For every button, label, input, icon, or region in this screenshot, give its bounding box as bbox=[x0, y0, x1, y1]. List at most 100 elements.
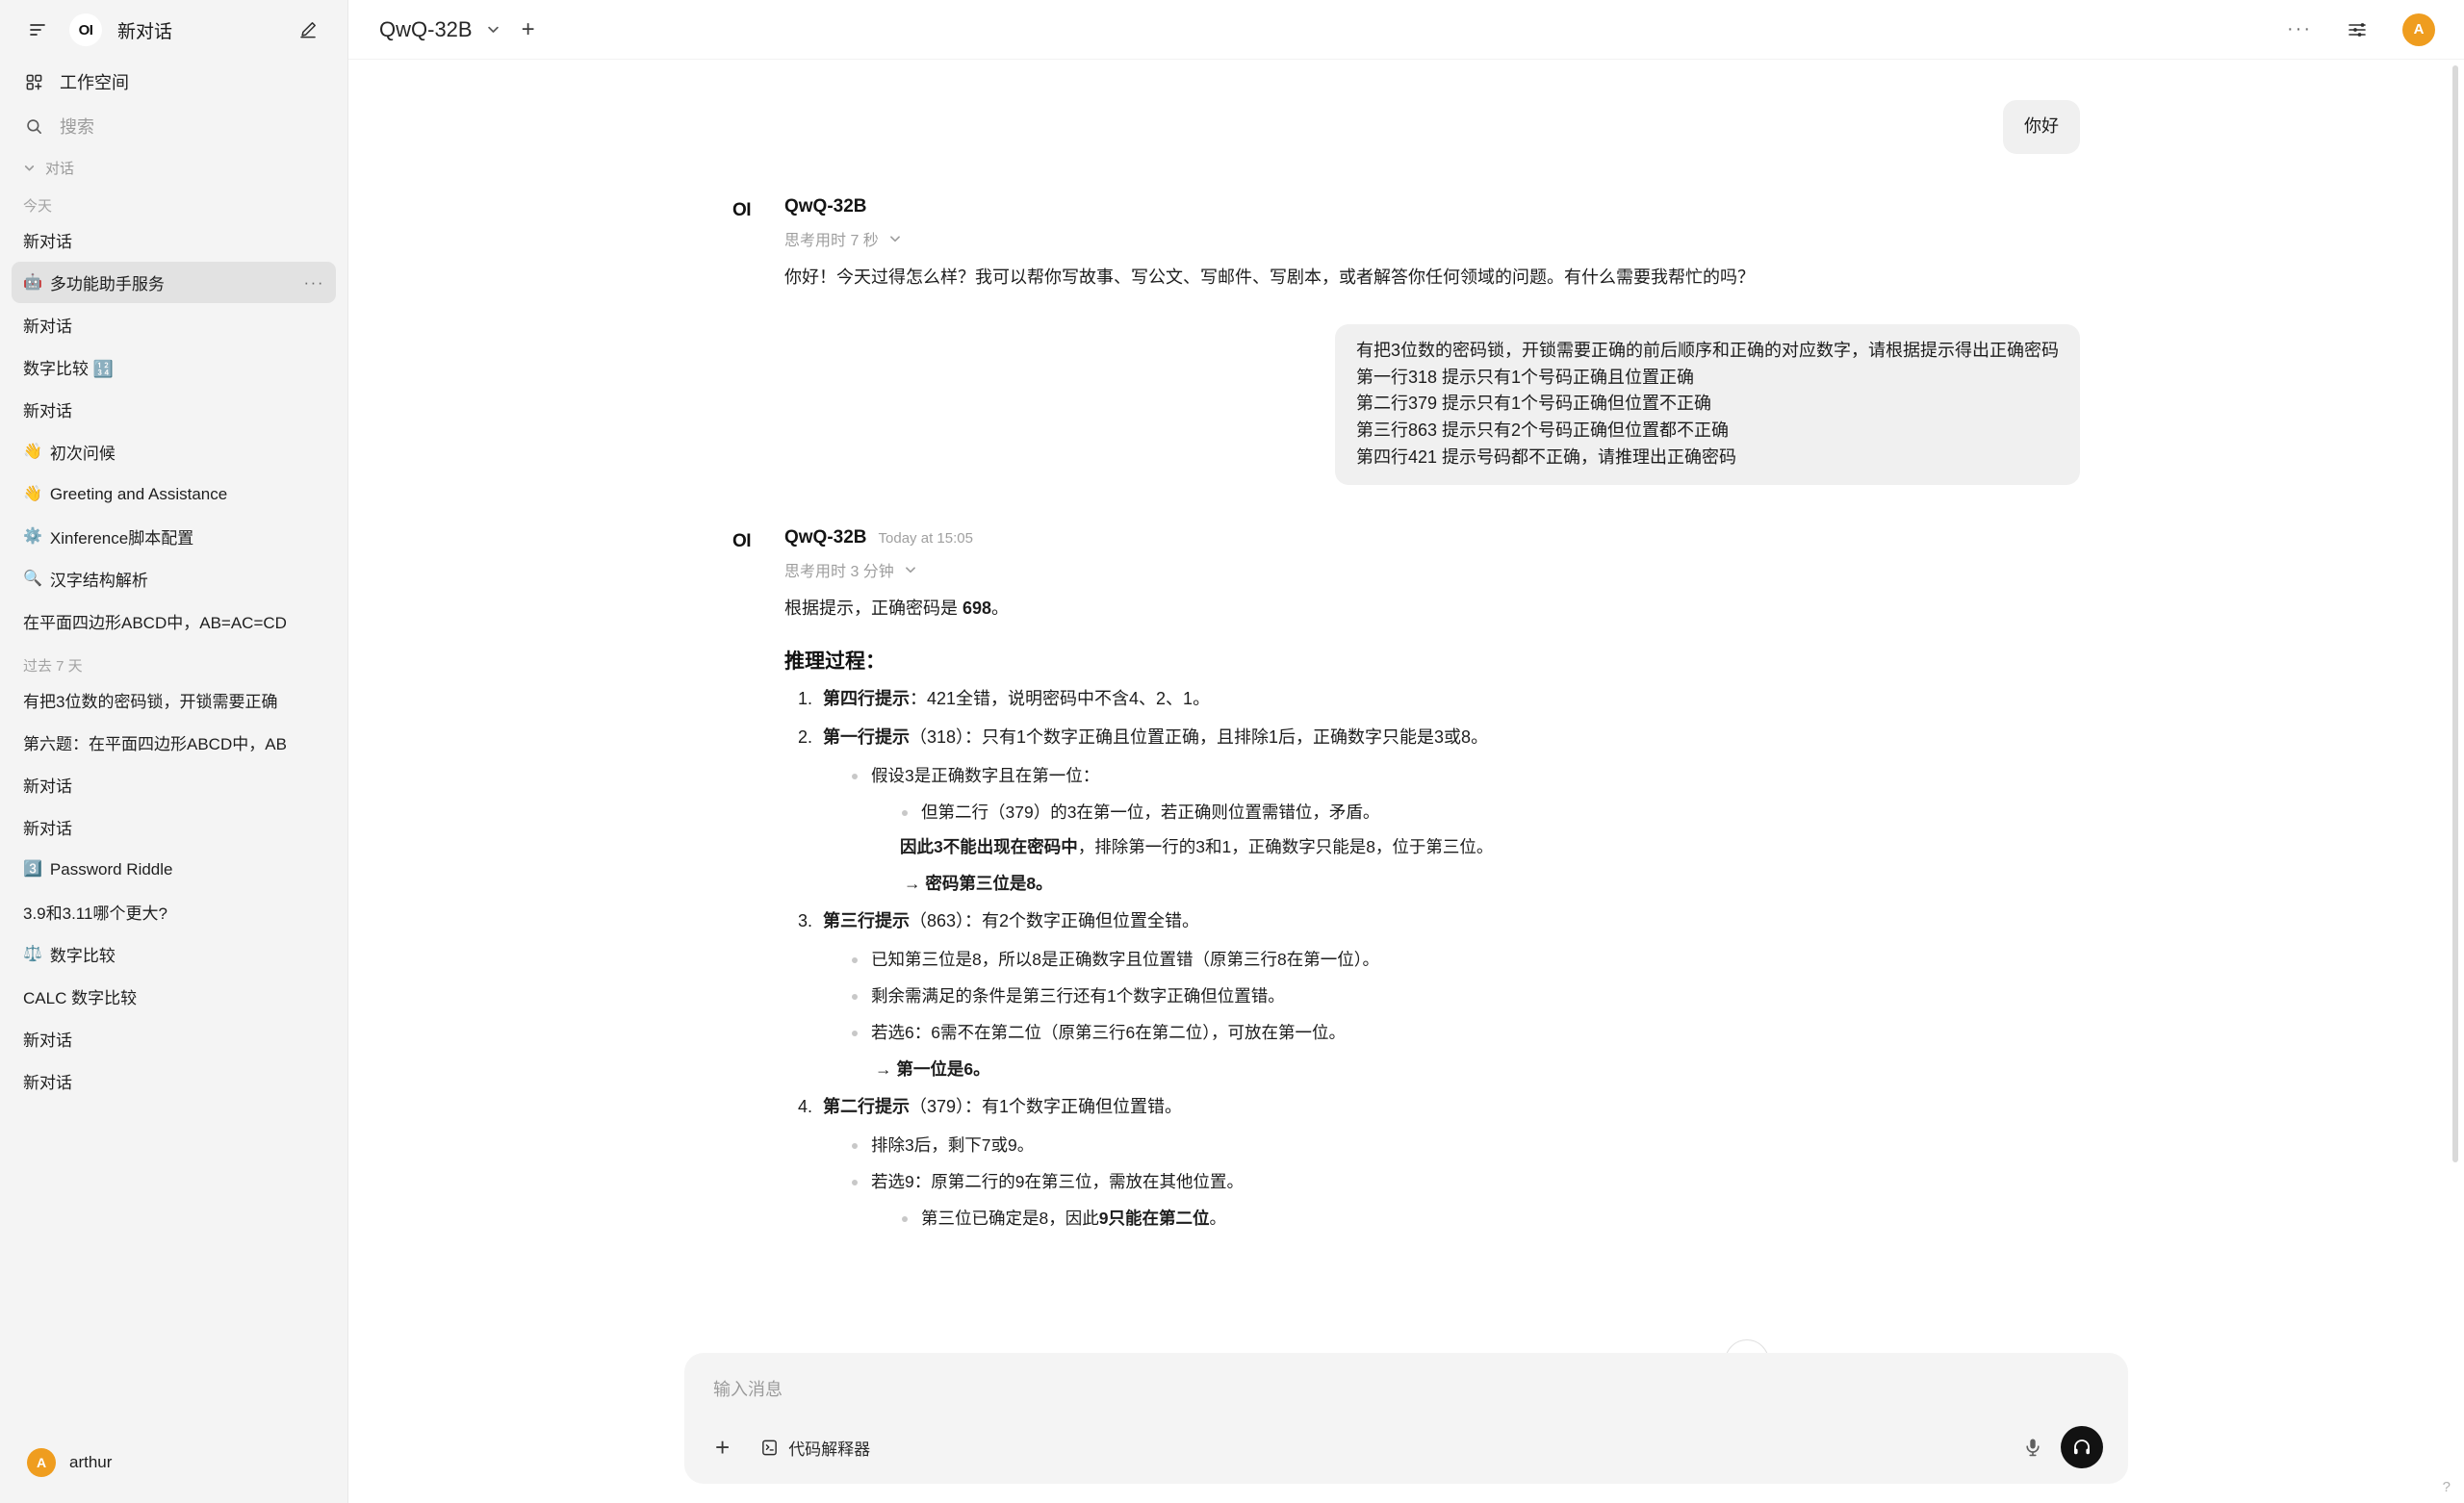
app-logo: OI bbox=[69, 13, 102, 46]
emphasis-bold: 因此3不能出现在密码中 bbox=[900, 837, 1078, 857]
answer-prefix: 根据提示，正确密码是 bbox=[784, 599, 962, 619]
conversation-item[interactable]: 新对话 bbox=[12, 304, 336, 345]
new-chat-icon[interactable] bbox=[292, 13, 324, 46]
riddle-line: 第三行863 提示只有2个号码正确但位置都不正确 bbox=[1355, 420, 1730, 441]
voice-call-button[interactable] bbox=[2061, 1426, 2103, 1468]
emphasis-item: 因此3不能出现在密码中，排除第一行的3和1，正确数字只能是8，位于第三位。 bbox=[900, 834, 2080, 859]
conversation-item[interactable]: 新对话 bbox=[12, 764, 336, 805]
reasoning-step-4: 第二行提示（379）：有1个数字正确但位置错。 排除3后，剩下7或9。 若选9：… bbox=[817, 1094, 2080, 1232]
sub-text: 若选6：6需不在第二位（原第三行6在第二位），可放在第一位。 bbox=[871, 1023, 1346, 1043]
search-input[interactable]: 搜索 bbox=[15, 104, 332, 148]
toggle-sidebar-icon[interactable] bbox=[21, 13, 54, 46]
thinking-duration-label: 思考用时 3 分钟 bbox=[784, 564, 894, 581]
user-message-riddle-row: 有把3位数的密码锁，开锁需要正确的前后顺序和正确的对应数字，请根据提示得出正确密… bbox=[732, 323, 2080, 486]
message-input[interactable]: 输入消息 bbox=[709, 1372, 2103, 1426]
more-options-button[interactable]: ··· bbox=[2287, 18, 2312, 40]
main-panel: QwQ-32B + ··· A 你好 OI QwQ-32B 思考用时 7 秒 你… bbox=[348, 0, 2464, 1503]
conversation-title: 新对话 bbox=[23, 402, 72, 420]
conversation-title: 新对话 bbox=[23, 318, 72, 336]
conversation-item[interactable]: ⚖️ 数字比较 bbox=[12, 933, 336, 975]
assistant-message-2: OI QwQ-32B Today at 15:05 思考用时 3 分钟 根据提示… bbox=[732, 527, 2080, 1231]
code-interpreter-toggle[interactable]: 代码解释器 bbox=[753, 1432, 878, 1464]
code-interpreter-label: 代码解释器 bbox=[788, 1439, 871, 1459]
emphasis-rest: ，排除第一行的3和1，正确数字只能是8，位于第三位。 bbox=[1077, 837, 1494, 857]
conversation-title: 新对话 bbox=[23, 1032, 72, 1050]
conversation-emoji-icon: 👋 bbox=[23, 485, 42, 502]
user-message-greeting-row: 你好 bbox=[732, 100, 2080, 154]
conversation-title: Xinference脚本配置 bbox=[49, 529, 194, 548]
sub-sub-item: 第三位已确定是8，因此9只能在第二位。 bbox=[900, 1206, 2080, 1231]
conversation-item[interactable]: 👋 Greeting and Assistance bbox=[12, 473, 336, 515]
conclusion-line: → 密码第三位是8。 bbox=[871, 871, 2080, 896]
conversation-item[interactable]: 3️⃣ Password Riddle bbox=[12, 849, 336, 890]
emphasis-list: 因此3不能出现在密码中，排除第一行的3和1，正确数字只能是8，位于第三位。 bbox=[871, 834, 2080, 859]
thinking-duration-toggle[interactable]: 思考用时 7 秒 bbox=[784, 227, 2080, 250]
step-label: 第四行提示 bbox=[823, 688, 910, 708]
conversation-item[interactable]: 新对话 bbox=[12, 1018, 336, 1059]
conversation-emoji-icon: 🔍 bbox=[23, 570, 42, 587]
conclusion-line: → 第一位是6。 bbox=[871, 1057, 2080, 1082]
help-button[interactable]: ? bbox=[2443, 1479, 2451, 1495]
sub-sub-item: 但第二行（379）的3在第一位，若正确则位置需错位，矛盾。 bbox=[900, 800, 2080, 825]
attach-button[interactable]: + bbox=[709, 1435, 735, 1460]
conversation-item[interactable]: 🤖 多功能助手服务 ··· bbox=[12, 262, 336, 303]
conversation-item[interactable]: 👋 初次问候 bbox=[12, 431, 336, 472]
conversation-item[interactable]: 第六题：在平面四边形ABCD中，AB bbox=[12, 722, 336, 763]
conversation-item[interactable]: 新对话 bbox=[12, 389, 336, 430]
sub-item: 排除3后，剩下7或9。 bbox=[850, 1133, 2080, 1158]
vertical-scrollbar[interactable] bbox=[2452, 65, 2458, 1162]
conversation-item[interactable]: 3.9和3.11哪个更大? bbox=[12, 891, 336, 932]
app-root: OI 新对话 工作空间 搜索 对话 今天 新对话 🤖 多功能助手服务 ··· 新… bbox=[0, 0, 2464, 1503]
sub-text: 若选9：原第二行的9在第三位，需放在其他位置。 bbox=[871, 1171, 1244, 1191]
sidebar-item-workspace[interactable]: 工作空间 bbox=[15, 60, 332, 104]
composer-toolbar: + 代码解释器 bbox=[709, 1426, 2103, 1468]
workspace-icon bbox=[23, 71, 44, 92]
account-avatar[interactable]: A bbox=[2402, 13, 2435, 46]
chat-messages: 你好 OI QwQ-32B 思考用时 7 秒 你好！今天过得怎么样？我可以帮你写… bbox=[732, 60, 2080, 1231]
sub-item: 假设3是正确数字且在第一位： 但第二行（379）的3在第一位，若正确则位置需错位… bbox=[850, 763, 2080, 897]
conversation-item[interactable]: 数字比较 🔢 bbox=[12, 346, 336, 388]
add-model-button[interactable]: + bbox=[522, 17, 535, 41]
sub-list: 已知第三位是8，所以8是正确数字且位置错（原第三行8在第一位）。 剩余需满足的条… bbox=[823, 947, 2080, 1083]
conversation-emoji-icon: 👋 bbox=[23, 443, 42, 460]
scroll-to-bottom-button[interactable] bbox=[1725, 1339, 1769, 1353]
conversation-title: 数字比较 🔢 bbox=[23, 360, 114, 378]
group-label-today: 今天 bbox=[23, 198, 53, 215]
chat-scroll-area[interactable]: 你好 OI QwQ-32B 思考用时 7 秒 你好！今天过得怎么样？我可以帮你写… bbox=[348, 60, 2464, 1353]
conversation-title: Greeting and Assistance bbox=[49, 484, 228, 503]
search-placeholder: 搜索 bbox=[60, 117, 94, 137]
user-message-bubble: 你好 bbox=[2003, 100, 2080, 154]
conversation-emoji-icon: 🤖 bbox=[23, 273, 42, 291]
model-selector-label[interactable]: QwQ-32B bbox=[379, 17, 473, 42]
conversation-item[interactable]: 新对话 bbox=[12, 219, 336, 261]
message-composer: 输入消息 + 代码解释器 bbox=[684, 1353, 2128, 1484]
conversation-title: 数字比较 bbox=[49, 947, 116, 965]
conversation-more-button[interactable]: ··· bbox=[298, 273, 324, 293]
riddle-line: 第一行318 提示只有1个号码正确且位置正确 bbox=[1355, 367, 1695, 387]
assistant-body: QwQ-32B Today at 15:05 思考用时 3 分钟 根据提示，正确… bbox=[784, 527, 2080, 1231]
microphone-icon[interactable] bbox=[2022, 1437, 2043, 1458]
conversation-item[interactable]: 有把3位数的密码锁，开锁需要正确 bbox=[12, 679, 336, 721]
conversation-item[interactable]: ⚙️ Xinference脚本配置 bbox=[12, 516, 336, 557]
riddle-line: 有把3位数的密码锁，开锁需要正确的前后顺序和正确的对应数字，请根据提示得出正确密… bbox=[1355, 340, 2059, 360]
conversation-item[interactable]: 新对话 bbox=[12, 1060, 336, 1102]
conversation-title: 新对话 bbox=[23, 820, 72, 838]
conversation-item[interactable]: 新对话 bbox=[12, 806, 336, 848]
riddle-line: 第二行379 提示只有1个号码正确但位置不正确 bbox=[1355, 394, 1712, 414]
chat-controls-icon[interactable] bbox=[2341, 13, 2374, 46]
chats-section-toggle[interactable]: 对话 bbox=[23, 158, 324, 178]
conversation-item[interactable]: 在平面四边形ABCD中，AB=AC=CD bbox=[12, 600, 336, 642]
conversation-item[interactable]: 🔍 汉字结构解析 bbox=[12, 558, 336, 599]
user-profile-button[interactable]: A arthur bbox=[0, 1422, 347, 1503]
conversation-list[interactable]: 今天 新对话 🤖 多功能助手服务 ··· 新对话 数字比较 🔢 新对话 👋 初次问候 👋 Greet… bbox=[0, 180, 347, 1422]
chevron-down-icon bbox=[889, 236, 900, 242]
headphones-icon bbox=[2074, 1439, 2090, 1455]
chevron-down-icon[interactable] bbox=[486, 22, 500, 37]
user-message-bubble: 有把3位数的密码锁，开锁需要正确的前后顺序和正确的对应数字，请根据提示得出正确密… bbox=[1334, 323, 2080, 486]
sidebar: OI 新对话 工作空间 搜索 对话 今天 新对话 🤖 多功能助手服务 ··· 新… bbox=[0, 0, 348, 1503]
thinking-duration-toggle[interactable]: 思考用时 3 分钟 bbox=[784, 558, 2080, 581]
composer-area: 输入消息 + 代码解释器 ? bbox=[348, 1353, 2464, 1503]
workspace-label: 工作空间 bbox=[60, 73, 129, 92]
conversation-item[interactable]: CALC 数字比较 bbox=[12, 976, 336, 1017]
conversation-emoji-icon: ⚖️ bbox=[23, 945, 42, 962]
